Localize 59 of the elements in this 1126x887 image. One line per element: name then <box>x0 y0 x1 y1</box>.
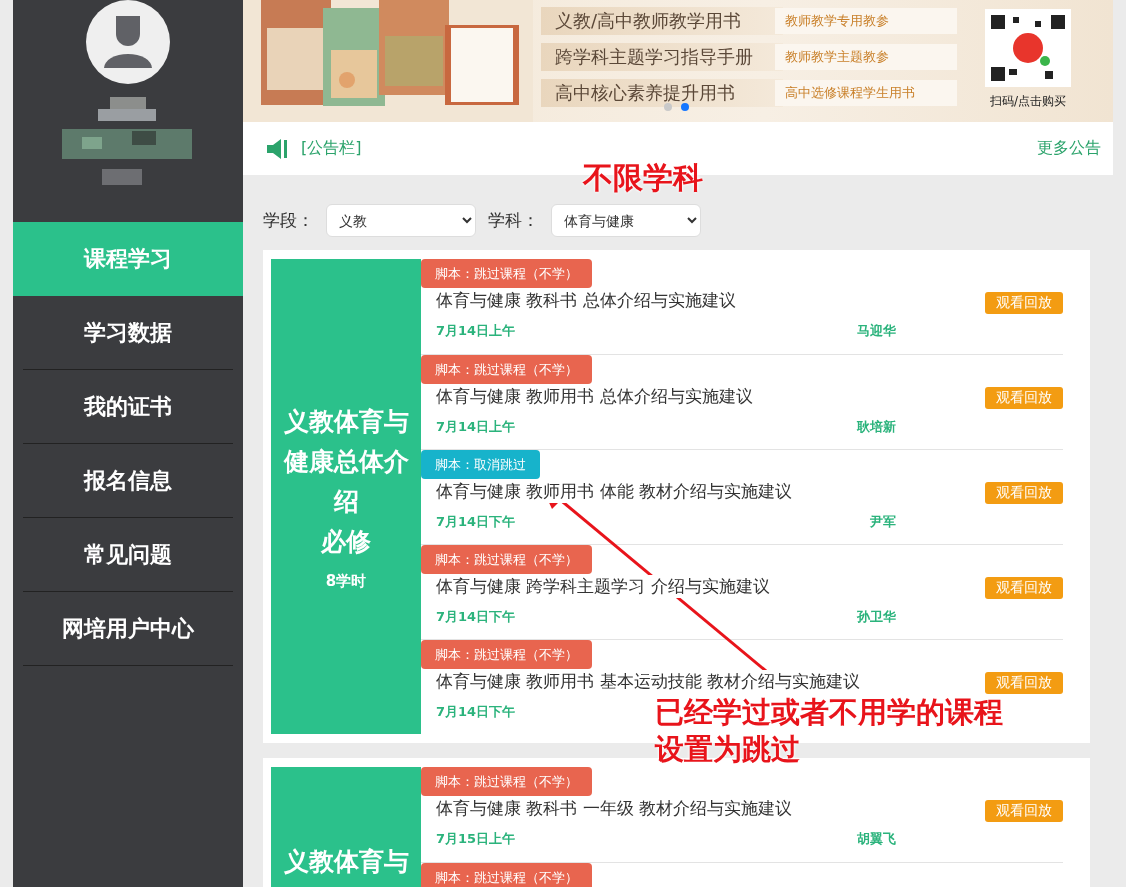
banner-book-title: 高中核心素养提升用书 <box>541 79 783 107</box>
filter-select[interactable]: 体育与健康 <box>551 204 701 237</box>
qr-caption: 扫码/点击购买 <box>989 93 1066 110</box>
lesson-title: 体育与健康 教师用书 总体介绍与实施建议 <box>436 385 753 408</box>
banner-book-subtitle: 高中选修课程学生用书 <box>775 80 957 106</box>
script-skip-toggle[interactable]: 脚本：跳过课程（不学） <box>421 355 592 384</box>
filter-select[interactable]: 义教 <box>326 204 476 237</box>
filter-label: 学科： <box>488 209 539 232</box>
lesson-time: 7月14日上午 <box>436 322 516 340</box>
sidebar-menu-item[interactable]: 网培用户中心 <box>23 592 233 666</box>
qr-code-icon[interactable] <box>985 9 1071 87</box>
watch-replay-button[interactable]: 观看回放 <box>985 291 1063 314</box>
script-skip-toggle[interactable]: 脚本：跳过课程（不学） <box>421 640 592 669</box>
avatar-icon <box>86 0 170 84</box>
lesson-title: 体育与健康 教科书 一年级 教材介绍与实施建议 <box>436 797 793 820</box>
watch-replay-button[interactable]: 观看回放 <box>985 672 1063 694</box>
lesson-time: 7月14日下午 <box>436 513 516 531</box>
banner-book-subtitle: 教师教学专用教参 <box>775 8 957 34</box>
banner-book-subtitle: 教师教学主题教参 <box>775 44 957 70</box>
lesson-title: 体育与健康 跨学科主题学习 介绍与实施建议 <box>436 575 770 598</box>
lesson-title: 体育与健康 教师用书 基本运动技能 教材介绍与实施建议 <box>436 670 861 693</box>
sidebar-menu-item[interactable]: 学习数据 <box>23 296 233 370</box>
sidebar-menu-item[interactable]: 课程学习 <box>13 222 243 296</box>
sidebar-menu-item[interactable]: 报名信息 <box>23 444 233 518</box>
teacher-name: 耿培新 <box>857 418 896 436</box>
script-skip-toggle[interactable]: 脚本：跳过课程（不学） <box>421 545 592 574</box>
carousel-dot[interactable] <box>681 103 689 111</box>
watch-replay-button[interactable]: 观看回放 <box>985 387 1063 409</box>
sidebar-menu-item[interactable]: 常见问题 <box>23 518 233 592</box>
script-skip-toggle[interactable]: 脚本：跳过课程（不学） <box>421 767 592 796</box>
banner-book-title: 义教/高中教师教学用书 <box>541 7 783 35</box>
watch-replay-button[interactable]: 观看回放 <box>985 482 1063 504</box>
teacher-name: 孙卫华 <box>857 608 896 626</box>
script-skip-toggle[interactable]: 脚本：跳过课程（不学） <box>421 259 592 288</box>
course-title: 义教体育与健康总体介绍 <box>282 406 410 518</box>
course-title: 义教体育与 <box>283 846 409 878</box>
filter-label: 学段： <box>263 209 314 232</box>
course-hours: 8学时 <box>325 572 367 591</box>
lesson-title: 体育与健康 教科书 总体介绍与实施建议 <box>436 289 736 312</box>
lesson-time: 7月14日上午 <box>436 418 516 436</box>
banner-book-title: 跨学科主题学习指导手册 <box>541 43 783 71</box>
annotation-text: 不限学科 <box>583 159 703 197</box>
script-skip-toggle[interactable]: 脚本：取消跳过 <box>421 450 540 479</box>
required-label: 必修 <box>321 526 371 558</box>
annotation-text: 已经学过或者不用学的课程 设置为跳过 <box>655 694 1003 768</box>
lesson-time: 7月14日下午 <box>436 608 516 626</box>
teacher-name: 马迎华 <box>857 322 896 340</box>
lesson-time: 7月15日上午 <box>436 830 516 848</box>
lesson-time: 7月14日下午 <box>436 703 516 721</box>
lesson-title: 体育与健康 教师用书 体能 教材介绍与实施建议 <box>436 480 793 503</box>
carousel-dot[interactable] <box>664 103 672 111</box>
teacher-name: 胡翼飞 <box>857 830 896 848</box>
sidebar-menu-item[interactable]: 我的证书 <box>23 370 233 444</box>
watch-replay-button[interactable]: 观看回放 <box>985 799 1063 822</box>
teacher-name: 尹军 <box>870 513 896 531</box>
more-notices-link[interactable]: 更多公告 <box>1037 138 1101 159</box>
notice-board-label: [公告栏] <box>301 138 362 159</box>
watch-replay-button[interactable]: 观看回放 <box>985 577 1063 599</box>
script-skip-toggle[interactable]: 脚本：跳过课程（不学） <box>421 863 592 887</box>
